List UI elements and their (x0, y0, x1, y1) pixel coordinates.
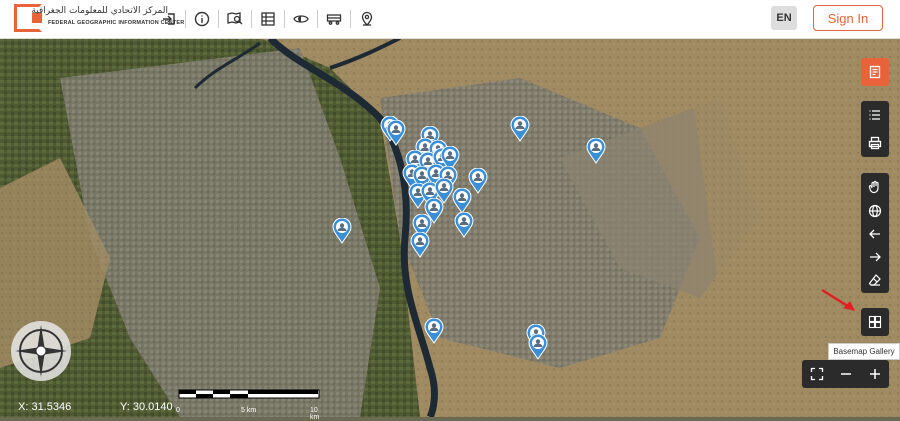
globe-button[interactable] (861, 199, 889, 223)
info-icon[interactable] (191, 8, 213, 30)
map-pin-icon[interactable] (510, 115, 530, 142)
toolbar-divider (350, 10, 351, 28)
bus-icon[interactable] (323, 8, 345, 30)
location-pin-icon[interactable] (356, 8, 378, 30)
basemap-gallery-button[interactable] (861, 308, 889, 336)
satellite-map[interactable] (0, 38, 900, 417)
map-imagery (0, 38, 900, 417)
zoom-in-icon (869, 369, 880, 379)
list-print-group (861, 101, 889, 157)
fullscreen-icon (810, 367, 823, 381)
zoom-controls (802, 360, 889, 388)
top-header: المركز الاتحادي للمعلومات الجغرافية FEDE… (0, 0, 900, 39)
map-pin-icon[interactable] (332, 217, 352, 244)
map-pin-icon[interactable] (452, 187, 472, 214)
main-toolbar (155, 8, 381, 30)
map-pin-icon[interactable] (424, 317, 444, 344)
logo-arabic-text: المركز الاتحادي للمعلومات الجغرافية (31, 6, 168, 16)
pan-hand-icon (868, 180, 879, 194)
scale-bar: 0 5 km 10 km (176, 388, 320, 421)
sign-in-button[interactable]: Sign In (813, 5, 883, 31)
coordinate-readout: X: 31.5346 Y: 30.0140 (0, 396, 173, 417)
list-icon (869, 110, 880, 120)
logo[interactable]: المركز الاتحادي للمعلومات الجغرافية FEDE… (14, 4, 184, 34)
print-button[interactable] (861, 131, 889, 155)
next-extent-button[interactable] (861, 245, 889, 269)
print-icon (868, 136, 882, 150)
toolbar-divider (251, 10, 252, 28)
fullscreen-button[interactable] (802, 360, 831, 388)
compass-icon[interactable] (9, 319, 73, 383)
y-coordinate: Y: 30.0140 (120, 400, 173, 413)
zoom-out-button[interactable] (831, 360, 860, 388)
basemap-gallery-tooltip: Basemap Gallery (828, 343, 900, 360)
forward-arrow-icon (870, 252, 881, 262)
zoom-out-icon (840, 373, 851, 375)
map-pin-icon[interactable] (454, 211, 474, 238)
list-button[interactable] (861, 103, 889, 127)
scale-label-0: 0 (176, 407, 180, 414)
basemap-gallery-icon (868, 315, 882, 329)
toolbar-divider (218, 10, 219, 28)
map-pin-icon[interactable] (586, 137, 606, 164)
login-icon[interactable] (158, 8, 180, 30)
scale-label-10km: 10 km (310, 407, 320, 421)
map-search-icon[interactable] (224, 8, 246, 30)
navigation-group (861, 173, 889, 293)
language-button[interactable]: EN (771, 6, 797, 30)
toolbar-divider (317, 10, 318, 28)
globe-icon (868, 204, 882, 218)
toolbar-divider (284, 10, 285, 28)
pan-button[interactable] (861, 175, 889, 199)
basemap-gallery-icon-wrap (861, 310, 889, 334)
report-icon (869, 65, 881, 79)
map-pin-icon[interactable] (410, 231, 430, 258)
map-pin-icon[interactable] (386, 119, 406, 146)
scale-label-5km: 5 km (241, 407, 257, 414)
eraser-icon (868, 274, 881, 286)
map-pin-icon[interactable] (528, 333, 548, 360)
layers-eye-icon[interactable] (290, 8, 312, 30)
toolbar-divider (185, 10, 186, 28)
zoom-in-button[interactable] (860, 360, 889, 388)
back-arrow-icon (869, 229, 880, 239)
report-button[interactable] (861, 58, 889, 86)
x-coordinate: X: 31.5346 (18, 400, 72, 413)
previous-extent-button[interactable] (861, 222, 889, 246)
table-icon[interactable] (257, 8, 279, 30)
